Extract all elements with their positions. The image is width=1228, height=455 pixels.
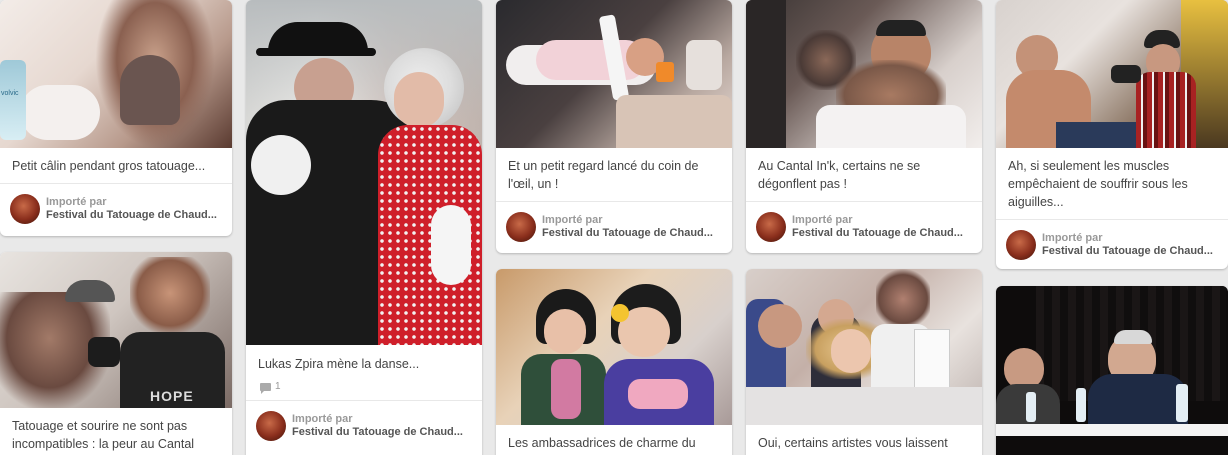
pin-attribution[interactable]: Importé par Festival du Tatouage de Chau… (496, 201, 732, 251)
pin-description: Tatouage et sourire ne sont pas incompat… (12, 419, 195, 451)
pin-card[interactable]: volvic Petit câlin pendant gros tatouage… (0, 0, 232, 236)
board-name-link[interactable]: Festival du Tatouage de Chaud... (46, 209, 217, 222)
pin-image[interactable] (996, 0, 1228, 148)
imported-by-label: Importé par (1042, 231, 1103, 244)
pin-attribution[interactable]: Importé par Festival du Tatouage de Chau… (996, 219, 1228, 269)
pin-description: Ah, si seulement les muscles empêchaient… (1008, 159, 1188, 209)
pin-card[interactable]: HOPE Tatouage et sourire ne sont pas inc… (0, 252, 232, 455)
pin-image[interactable] (496, 269, 732, 425)
pin-image[interactable]: HOPE (0, 252, 232, 408)
pin-card[interactable] (996, 286, 1228, 455)
board-name-link[interactable]: Festival du Tatouage de Chaud... (542, 227, 713, 240)
pin-card[interactable]: Au Cantal In'k, certains ne se dégonflen… (746, 0, 982, 253)
pin-description: Les ambassadrices de charme du (508, 436, 696, 450)
pin-card[interactable]: Lukas Zpira mène la danse... 1 Importé p… (246, 0, 482, 455)
imported-by-label: Importé par (292, 412, 353, 425)
pin-attribution[interactable]: Importé par Festival du Tatouage de Chau… (746, 201, 982, 251)
pin-image[interactable] (246, 0, 482, 345)
comment-count[interactable]: 1 (246, 381, 482, 400)
imported-by-label: Importé par (46, 195, 107, 208)
imported-by-label: Importé par (792, 213, 853, 226)
pin-description: Lukas Zpira mène la danse... (258, 357, 420, 371)
comment-count-value: 1 (275, 381, 281, 392)
pin-card[interactable]: Oui, certains artistes vous laissent (746, 269, 982, 455)
imported-by-label: Importé par (542, 213, 603, 226)
water-bottle-label: volvic (1, 90, 19, 97)
comment-bubble-icon (260, 382, 271, 394)
board-avatar[interactable] (756, 211, 786, 242)
board-name-link[interactable]: Festival du Tatouage de Chaud... (792, 227, 963, 240)
pin-attribution[interactable]: Importé par Festival du Tatouage de Chau… (246, 400, 482, 450)
pin-image[interactable]: volvic (0, 0, 232, 148)
board-name-link[interactable]: Festival du Tatouage de Chaud... (1042, 245, 1213, 258)
tshirt-print: HOPE (150, 388, 194, 404)
board-avatar[interactable] (506, 211, 536, 242)
board-avatar[interactable] (1006, 229, 1036, 260)
pin-card[interactable]: Les ambassadrices de charme du (496, 269, 732, 455)
pin-description: Et un petit regard lancé du coin de l'œi… (508, 159, 699, 191)
board-avatar[interactable] (10, 193, 40, 224)
pin-image[interactable] (746, 0, 982, 148)
pin-attribution[interactable]: Importé par Festival du Tatouage de Chau… (0, 183, 232, 233)
pin-card[interactable]: Et un petit regard lancé du coin de l'œi… (496, 0, 732, 253)
pin-card[interactable]: Ah, si seulement les muscles empêchaient… (996, 0, 1228, 269)
pin-image[interactable] (746, 269, 982, 425)
pin-description: Au Cantal In'k, certains ne se dégonflen… (758, 159, 921, 191)
board-name-link[interactable]: Festival du Tatouage de Chaud... (292, 426, 463, 439)
pin-image[interactable] (496, 0, 732, 148)
board-avatar[interactable] (256, 410, 286, 441)
pin-image[interactable] (996, 286, 1228, 455)
pin-description: Oui, certains artistes vous laissent (758, 436, 948, 450)
pin-description: Petit câlin pendant gros tatouage... (12, 159, 206, 173)
